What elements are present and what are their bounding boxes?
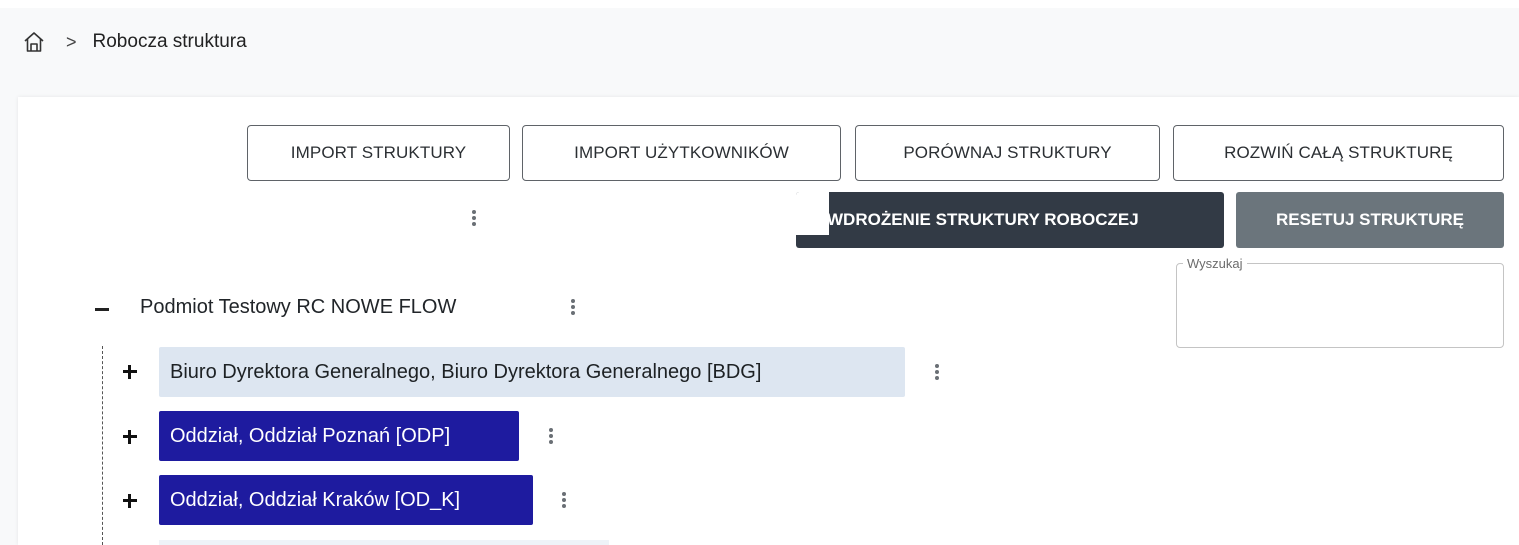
breadcrumb: > Robocza struktura [22,28,247,56]
home-icon[interactable] [22,30,46,54]
breadcrumb-current: Robocza struktura [92,31,247,52]
button-overlay-box [796,192,829,235]
tree-connector-line [102,346,103,545]
tree-node[interactable]: Biuro Dyrektora Generalnego, Biuro Dyrek… [159,347,905,397]
expand-icon[interactable] [120,362,140,382]
import-structure-button[interactable]: IMPORT STRUKTURY [247,125,510,181]
breadcrumb-separator: > [66,31,77,52]
reset-structure-button[interactable]: RESETUJ STRUKTURĘ [1236,192,1504,248]
tree-node[interactable]: Oddział, Oddział Poznań [ODP] [159,411,519,461]
search-label: Wyszukaj [1183,257,1247,271]
search-input[interactable] [1186,282,1494,338]
tree-node[interactable]: Oddział, Oddział Kraków [OD_K] [159,475,533,525]
node-more-icon[interactable] [546,425,556,447]
toolbar-more-icon[interactable] [469,207,479,229]
expand-all-button[interactable]: ROZWIŃ CAŁĄ STRUKTURĘ [1173,125,1504,181]
root-more-icon[interactable] [568,296,578,318]
import-users-button[interactable]: IMPORT UŻYTKOWNIKÓW [522,125,841,181]
expand-icon[interactable] [120,491,140,511]
node-more-icon[interactable] [932,361,942,383]
tree-root-label[interactable]: Podmiot Testowy RC NOWE FLOW [140,293,456,321]
collapse-icon[interactable] [92,297,112,321]
node-more-icon[interactable] [559,489,569,511]
tree-node-partial[interactable] [159,540,609,545]
deploy-working-structure-label: WDROŻENIE STRUKTURY ROBOCZEJ [827,210,1139,229]
deploy-working-structure-button[interactable]: WDROŻENIE STRUKTURY ROBOCZEJ [796,192,1224,248]
expand-icon[interactable] [120,427,140,447]
compare-structures-button[interactable]: PORÓWNAJ STRUKTURY [855,125,1160,181]
top-bar [0,0,1519,8]
